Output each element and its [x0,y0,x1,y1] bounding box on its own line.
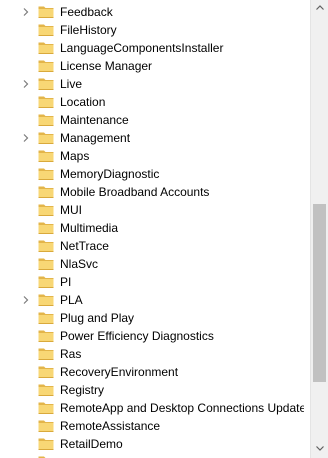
tree-item[interactable]: Multimedia [0,219,304,237]
tree-item-label: MUI [60,203,82,217]
tree-item[interactable]: FileHistory [0,21,304,39]
tree-item-label: FileHistory [60,23,117,37]
tree-item-label: Feedback [60,5,113,19]
scroll-thumb[interactable] [313,204,326,382]
folder-icon [38,131,54,145]
tree-item-label: Mobile Broadband Accounts [60,185,210,199]
tree-item[interactable]: RemoteApp and Desktop Connections Update [0,399,304,417]
scroll-down-arrow[interactable] [311,441,328,458]
tree-item[interactable]: Live [0,75,304,93]
tree-item-label: MemoryDiagnostic [60,167,160,181]
tree-item[interactable]: Maintenance [0,111,304,129]
folder-icon [38,59,54,73]
chevron-right-icon[interactable] [21,79,31,89]
tree-item-label: NlaSvc [60,257,99,271]
tree-item[interactable]: License Manager [0,57,304,75]
scroll-up-arrow[interactable] [311,0,328,17]
folder-icon [38,41,54,55]
tree-item-label: LanguageComponentsInstaller [60,41,224,55]
tree-item-label: Management [60,131,131,145]
folder-icon [38,149,54,163]
folder-icon [38,203,54,217]
tree-item-label: Registry [60,383,105,397]
tree-item-label: License Manager [60,59,153,73]
tree-item-label: Maps [60,149,90,163]
folder-icon [38,383,54,397]
folder-icon [38,77,54,91]
tree-item-label: RemoteApp and Desktop Connections Update [60,401,304,415]
tree-item[interactable]: RemoteAssistance [0,417,304,435]
tree-item-label: Live [60,77,83,91]
tree-item[interactable]: Management [0,129,304,147]
folder-icon [38,293,54,307]
tree-item-label: Location [60,95,106,109]
folder-icon [38,95,54,109]
tree-item[interactable]: MemoryDiagnostic [0,165,304,183]
tree-item-label: Plug and Play [60,311,135,325]
folder-icon [38,257,54,271]
tree-item[interactable]: Location [0,93,304,111]
folder-icon [38,275,54,289]
tree-item[interactable]: PLA [0,291,304,309]
folder-icon [38,113,54,127]
tree-item[interactable]: Registry [0,381,304,399]
tree-item[interactable]: RetailDemo [0,435,304,453]
folder-icon [38,185,54,199]
tree-item[interactable]: Maps [0,147,304,165]
tree-item[interactable]: LanguageComponentsInstaller [0,39,304,57]
tree-item[interactable]: Ras [0,345,304,363]
tree-item[interactable]: Mobile Broadband Accounts [0,183,304,201]
tree-item[interactable]: RecoveryEnvironment [0,363,304,381]
chevron-right-icon[interactable] [21,133,31,143]
tree-item-label: PLA [60,293,83,307]
folder-icon [38,329,54,343]
tree-item-label: RecoveryEnvironment [60,365,179,379]
tree-item[interactable]: NlaSvc [0,255,304,273]
tree-item-label: RetailDemo [60,437,123,451]
folder-icon [38,347,54,361]
tree-item[interactable] [0,453,304,458]
tree-item[interactable]: Plug and Play [0,309,304,327]
tree-item[interactable]: Power Efficiency Diagnostics [0,327,304,345]
folder-icon [38,5,54,19]
tree-item-label: Ras [60,347,82,361]
tree-item-label: RemoteAssistance [60,419,161,433]
folder-icon [38,23,54,37]
folder-icon [38,221,54,235]
tree-item[interactable]: MUI [0,201,304,219]
folder-icon [38,419,54,433]
folder-icon [38,311,54,325]
folder-icon [38,401,54,415]
tree-item[interactable]: Feedback [0,3,304,21]
chevron-down-icon [315,446,324,451]
tree-item[interactable]: PI [0,273,304,291]
vertical-scrollbar[interactable] [310,0,328,458]
chevron-right-icon[interactable] [21,295,31,305]
folder-icon [38,437,54,451]
folder-tree-pane: Feedback FileHistory LanguageComponentsIns… [0,0,328,458]
chevron-right-icon[interactable] [21,7,31,17]
folder-icon [38,167,54,181]
folder-icon [38,239,54,253]
tree-item-label: Power Efficiency Diagnostics [60,329,214,343]
folder-tree: Feedback FileHistory LanguageComponentsIns… [0,3,304,458]
tree-item-label: NetTrace [60,239,109,253]
tree-item-label: Maintenance [60,113,129,127]
tree-item-label: PI [60,275,72,289]
tree-item-label: Multimedia [60,221,119,235]
scroll-track[interactable] [313,17,326,441]
tree-item[interactable]: NetTrace [0,237,304,255]
chevron-up-icon [315,5,324,10]
folder-icon [38,365,54,379]
